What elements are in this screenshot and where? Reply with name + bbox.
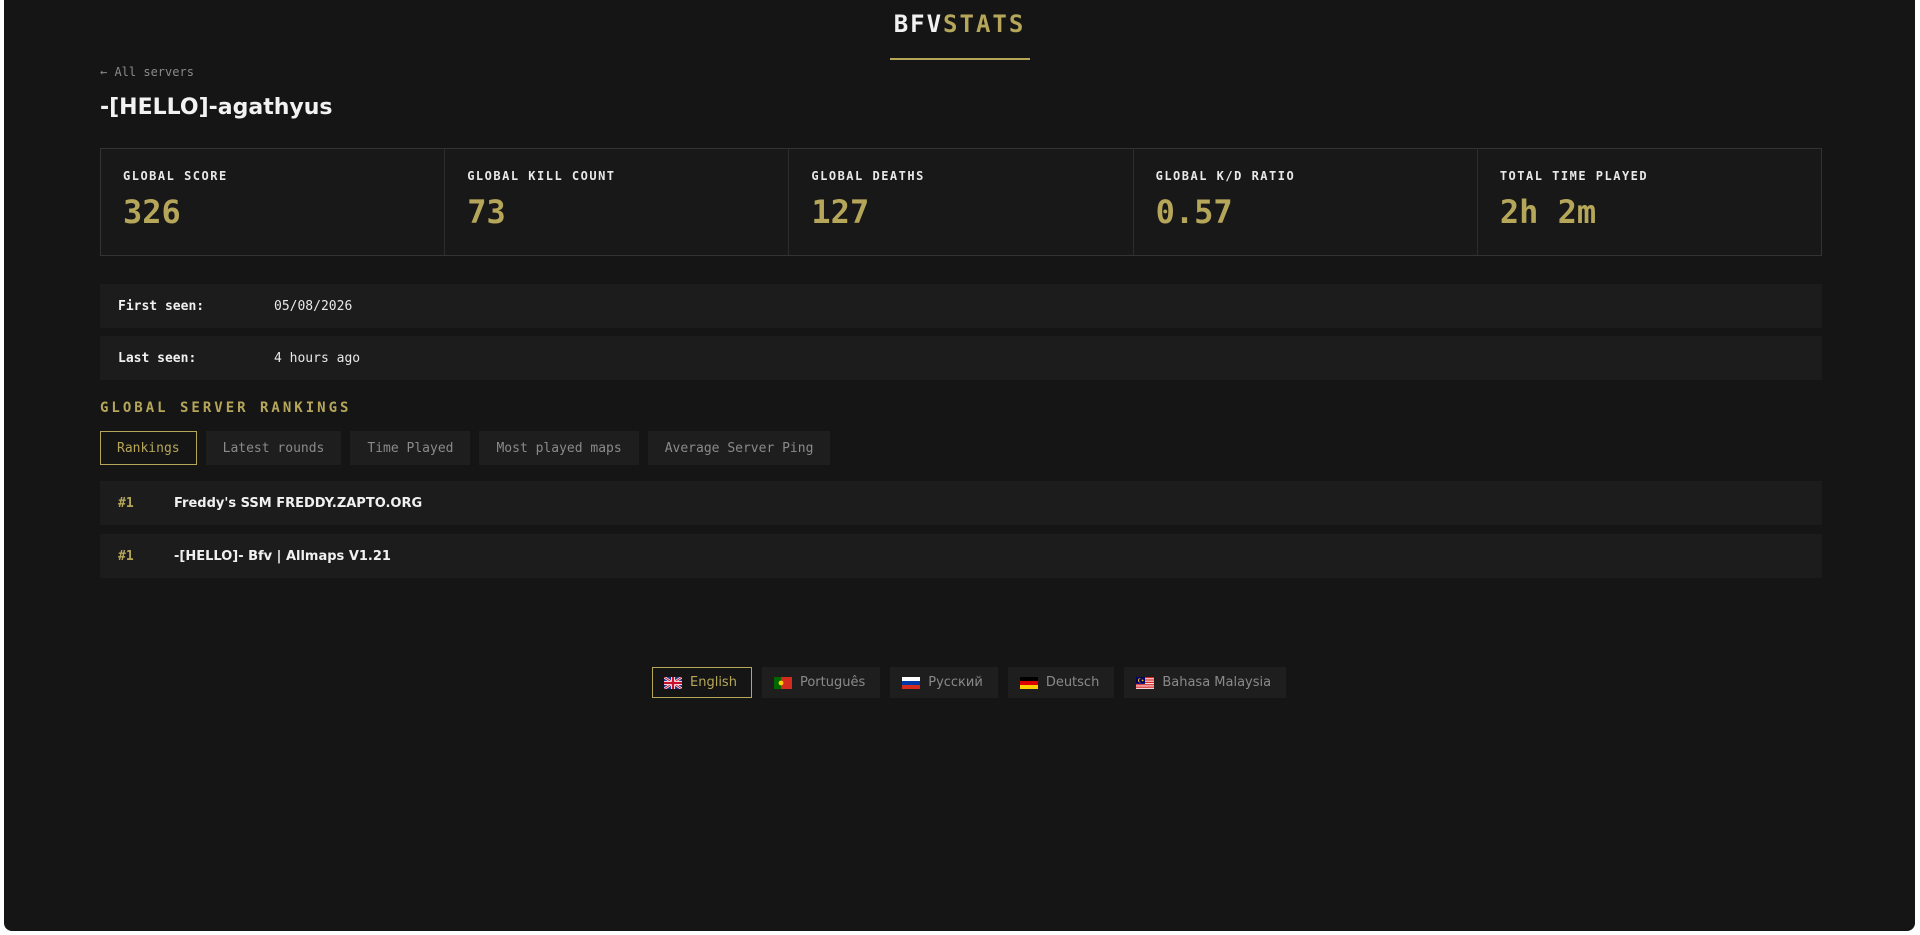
stat-global-kill-count: GLOBAL KILL COUNT 73 <box>445 149 790 255</box>
stat-label: GLOBAL DEATHS <box>811 169 925 183</box>
germany-flag-icon <box>1019 676 1038 689</box>
logo-part-bfv: BFV <box>893 10 944 38</box>
ranking-position: #1 <box>118 495 134 511</box>
stat-label: GLOBAL SCORE <box>123 169 228 183</box>
tab-latest-rounds[interactable]: Latest rounds <box>205 431 342 465</box>
language-label: Deutsch <box>1045 675 1100 690</box>
language-label: Русский <box>928 675 983 690</box>
language-selector: English Português Русский Deutsch Bahasa… <box>652 667 1287 698</box>
first-seen-value: 05/08/2026 <box>274 298 353 314</box>
global-stats-panel: GLOBAL SCORE 326 GLOBAL KILL COUNT 73 GL… <box>100 148 1822 256</box>
site-logo[interactable]: BFVSTATS <box>4 10 1915 38</box>
last-seen-value: 4 hours ago <box>274 350 361 366</box>
stat-value: 0.57 <box>1155 193 1233 231</box>
uk-flag-icon <box>664 676 682 689</box>
language-label: English <box>690 675 737 690</box>
language-english[interactable]: English <box>652 667 752 698</box>
tab-time-played[interactable]: Time Played <box>350 431 471 465</box>
page-frame: BFVSTATS ← All servers -[HELLO]-agathyus… <box>4 0 1915 931</box>
ranking-row[interactable]: #1 Freddy's SSM FREDDY.ZAPTO.ORG <box>100 481 1822 525</box>
stat-value: 326 <box>123 193 181 231</box>
stat-label: GLOBAL KILL COUNT <box>467 169 616 183</box>
ranking-server-name: -[HELLO]- Bfv | Allmaps V1.21 <box>174 548 391 564</box>
stat-global-deaths: GLOBAL DEATHS 127 <box>789 149 1134 255</box>
ranking-position: #1 <box>118 548 134 564</box>
language-deutsch[interactable]: Deutsch <box>1007 667 1115 698</box>
stat-value: 127 <box>811 193 870 231</box>
logo-underline <box>890 58 1030 60</box>
last-seen-row: Last seen: 4 hours ago <box>100 336 1822 380</box>
ranking-server-name: Freddy's SSM FREDDY.ZAPTO.ORG <box>174 495 423 511</box>
russia-flag-icon <box>902 676 921 689</box>
malaysia-flag-icon <box>1136 676 1155 689</box>
stat-value: 73 <box>467 193 506 231</box>
language-bahasa-malaysia[interactable]: Bahasa Malaysia <box>1124 667 1287 698</box>
tab-most-played-maps[interactable]: Most played maps <box>479 431 639 465</box>
rankings-tabs: Rankings Latest rounds Time Played Most … <box>100 431 831 465</box>
stat-global-kd-ratio: GLOBAL K/D RATIO 0.57 <box>1134 149 1478 255</box>
page-title: -[HELLO]-agathyus <box>100 95 333 120</box>
stat-label: TOTAL TIME PLAYED <box>1499 169 1649 183</box>
first-seen-row: First seen: 05/08/2026 <box>100 284 1822 328</box>
last-seen-label: Last seen: <box>118 350 197 366</box>
first-seen-label: First seen: <box>118 298 205 314</box>
language-label: Bahasa Malaysia <box>1162 675 1272 690</box>
tab-rankings[interactable]: Rankings <box>100 431 197 465</box>
stat-label: GLOBAL K/D RATIO <box>1155 169 1296 183</box>
language-portugues[interactable]: Português <box>761 667 881 698</box>
tab-average-server-ping[interactable]: Average Server Ping <box>647 431 831 465</box>
stat-total-time-played: TOTAL TIME PLAYED 2h 2m <box>1478 149 1821 255</box>
rankings-section-title: GLOBAL SERVER RANKINGS <box>100 400 352 416</box>
language-label: Português <box>799 675 866 690</box>
ranking-row[interactable]: #1 -[HELLO]- Bfv | Allmaps V1.21 <box>100 534 1822 578</box>
stat-global-score: GLOBAL SCORE 326 <box>101 149 446 255</box>
language-russian[interactable]: Русский <box>890 667 998 698</box>
stat-value: 2h 2m <box>1499 193 1597 231</box>
portugal-flag-icon <box>773 676 792 689</box>
logo-part-stats: STATS <box>943 10 1026 38</box>
back-to-servers-link[interactable]: ← All servers <box>100 65 194 79</box>
